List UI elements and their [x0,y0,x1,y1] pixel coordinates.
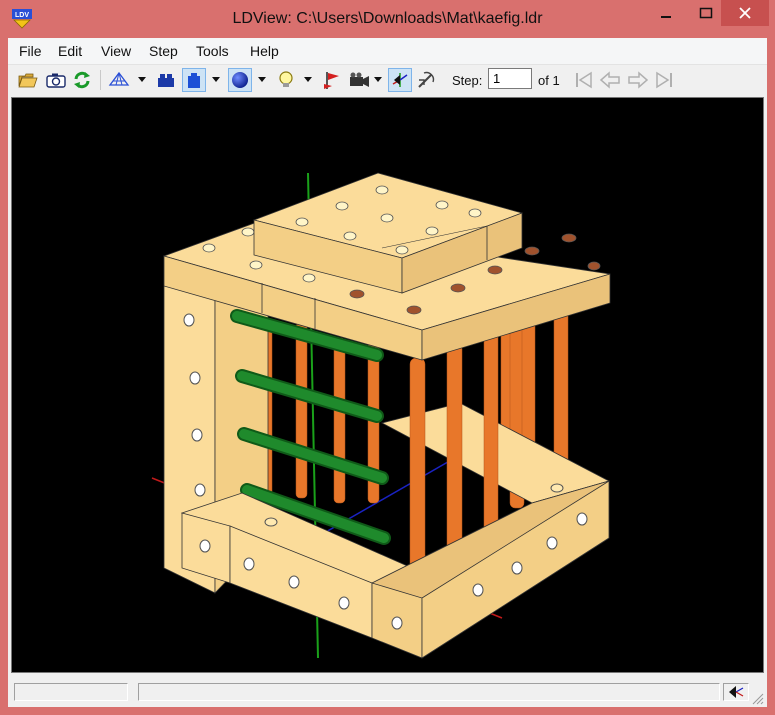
menu-step[interactable]: Step [149,43,178,59]
blue-brick-icon [188,73,200,88]
light-button[interactable] [274,68,298,92]
camera-dropdown[interactable] [372,68,384,92]
open-button[interactable] [16,68,40,92]
model-viewport[interactable] [11,97,764,673]
client-area: File Edit View Step Tools Help Step: 1 o… [8,38,767,707]
stud-icon [158,74,174,87]
status-axes-pane[interactable] [723,683,749,701]
camera-snapshot-icon [46,73,66,88]
blue-sphere-icon [232,72,248,88]
close-button[interactable] [721,0,769,26]
chevron-down-icon [304,77,312,82]
examine-mode-icon [418,71,435,88]
menu-tools[interactable]: Tools [196,43,229,59]
reload-icon [74,71,90,89]
status-pane-main [138,683,720,701]
next-step-icon [628,71,649,89]
wireframe-dropdown[interactable] [136,68,148,92]
step-input[interactable] [488,68,532,89]
step-total-label: of 1 [538,73,560,88]
previous-step-button[interactable] [598,68,622,92]
video-camera-icon [350,72,369,87]
close-icon [739,7,751,19]
minimize-icon [660,16,671,18]
toolbar: Step: of 1 [8,65,767,95]
light-dropdown[interactable] [302,68,314,92]
lighting-button[interactable] [228,68,252,92]
snapshot-button[interactable] [44,68,68,92]
studs-button[interactable] [154,68,178,92]
menu-help[interactable]: Help [250,43,279,59]
lightbulb-icon [279,71,293,87]
first-step-icon [576,71,592,89]
axes-button[interactable] [388,68,412,92]
previous-step-icon [599,71,620,89]
axes-icon [729,686,744,698]
chevron-down-icon [212,77,220,82]
menu-file[interactable]: File [19,43,42,59]
examine-button[interactable] [414,68,438,92]
camera-button[interactable] [348,68,372,92]
minimize-button[interactable] [643,0,688,26]
next-step-button[interactable] [626,68,650,92]
lighting-dropdown[interactable] [256,68,268,92]
status-pane-left [14,683,128,701]
open-folder-icon [18,73,38,88]
chevron-down-icon [138,77,146,82]
model-render [151,172,611,659]
menu-bar: File Edit View Step Tools Help [8,38,767,65]
ldview-window: LDV LDView: C:\Users\Downloads\Mat\kaefi… [0,0,775,715]
chevron-down-icon [258,77,266,82]
resize-grip-icon[interactable] [752,693,764,705]
step-label: Step: [452,73,483,88]
first-step-button[interactable] [572,68,596,92]
flag-icon [324,72,339,89]
title-bar[interactable]: LDV LDView: C:\Users\Downloads\Mat\kaefi… [0,0,775,38]
axes-icon [392,73,408,87]
brick-dropdown[interactable] [210,68,222,92]
last-step-button[interactable] [652,68,676,92]
wireframe-icon [108,71,130,86]
menu-edit[interactable]: Edit [58,43,82,59]
last-step-icon [656,71,672,89]
wireframe-button[interactable] [107,68,131,92]
brick-button[interactable] [182,68,206,92]
chevron-down-icon [374,77,382,82]
menu-view[interactable]: View [101,43,131,59]
reload-button[interactable] [70,68,94,92]
status-bar [8,676,767,707]
flag-button[interactable] [320,68,344,92]
maximize-icon [699,7,712,19]
toolbar-separator [100,70,101,90]
